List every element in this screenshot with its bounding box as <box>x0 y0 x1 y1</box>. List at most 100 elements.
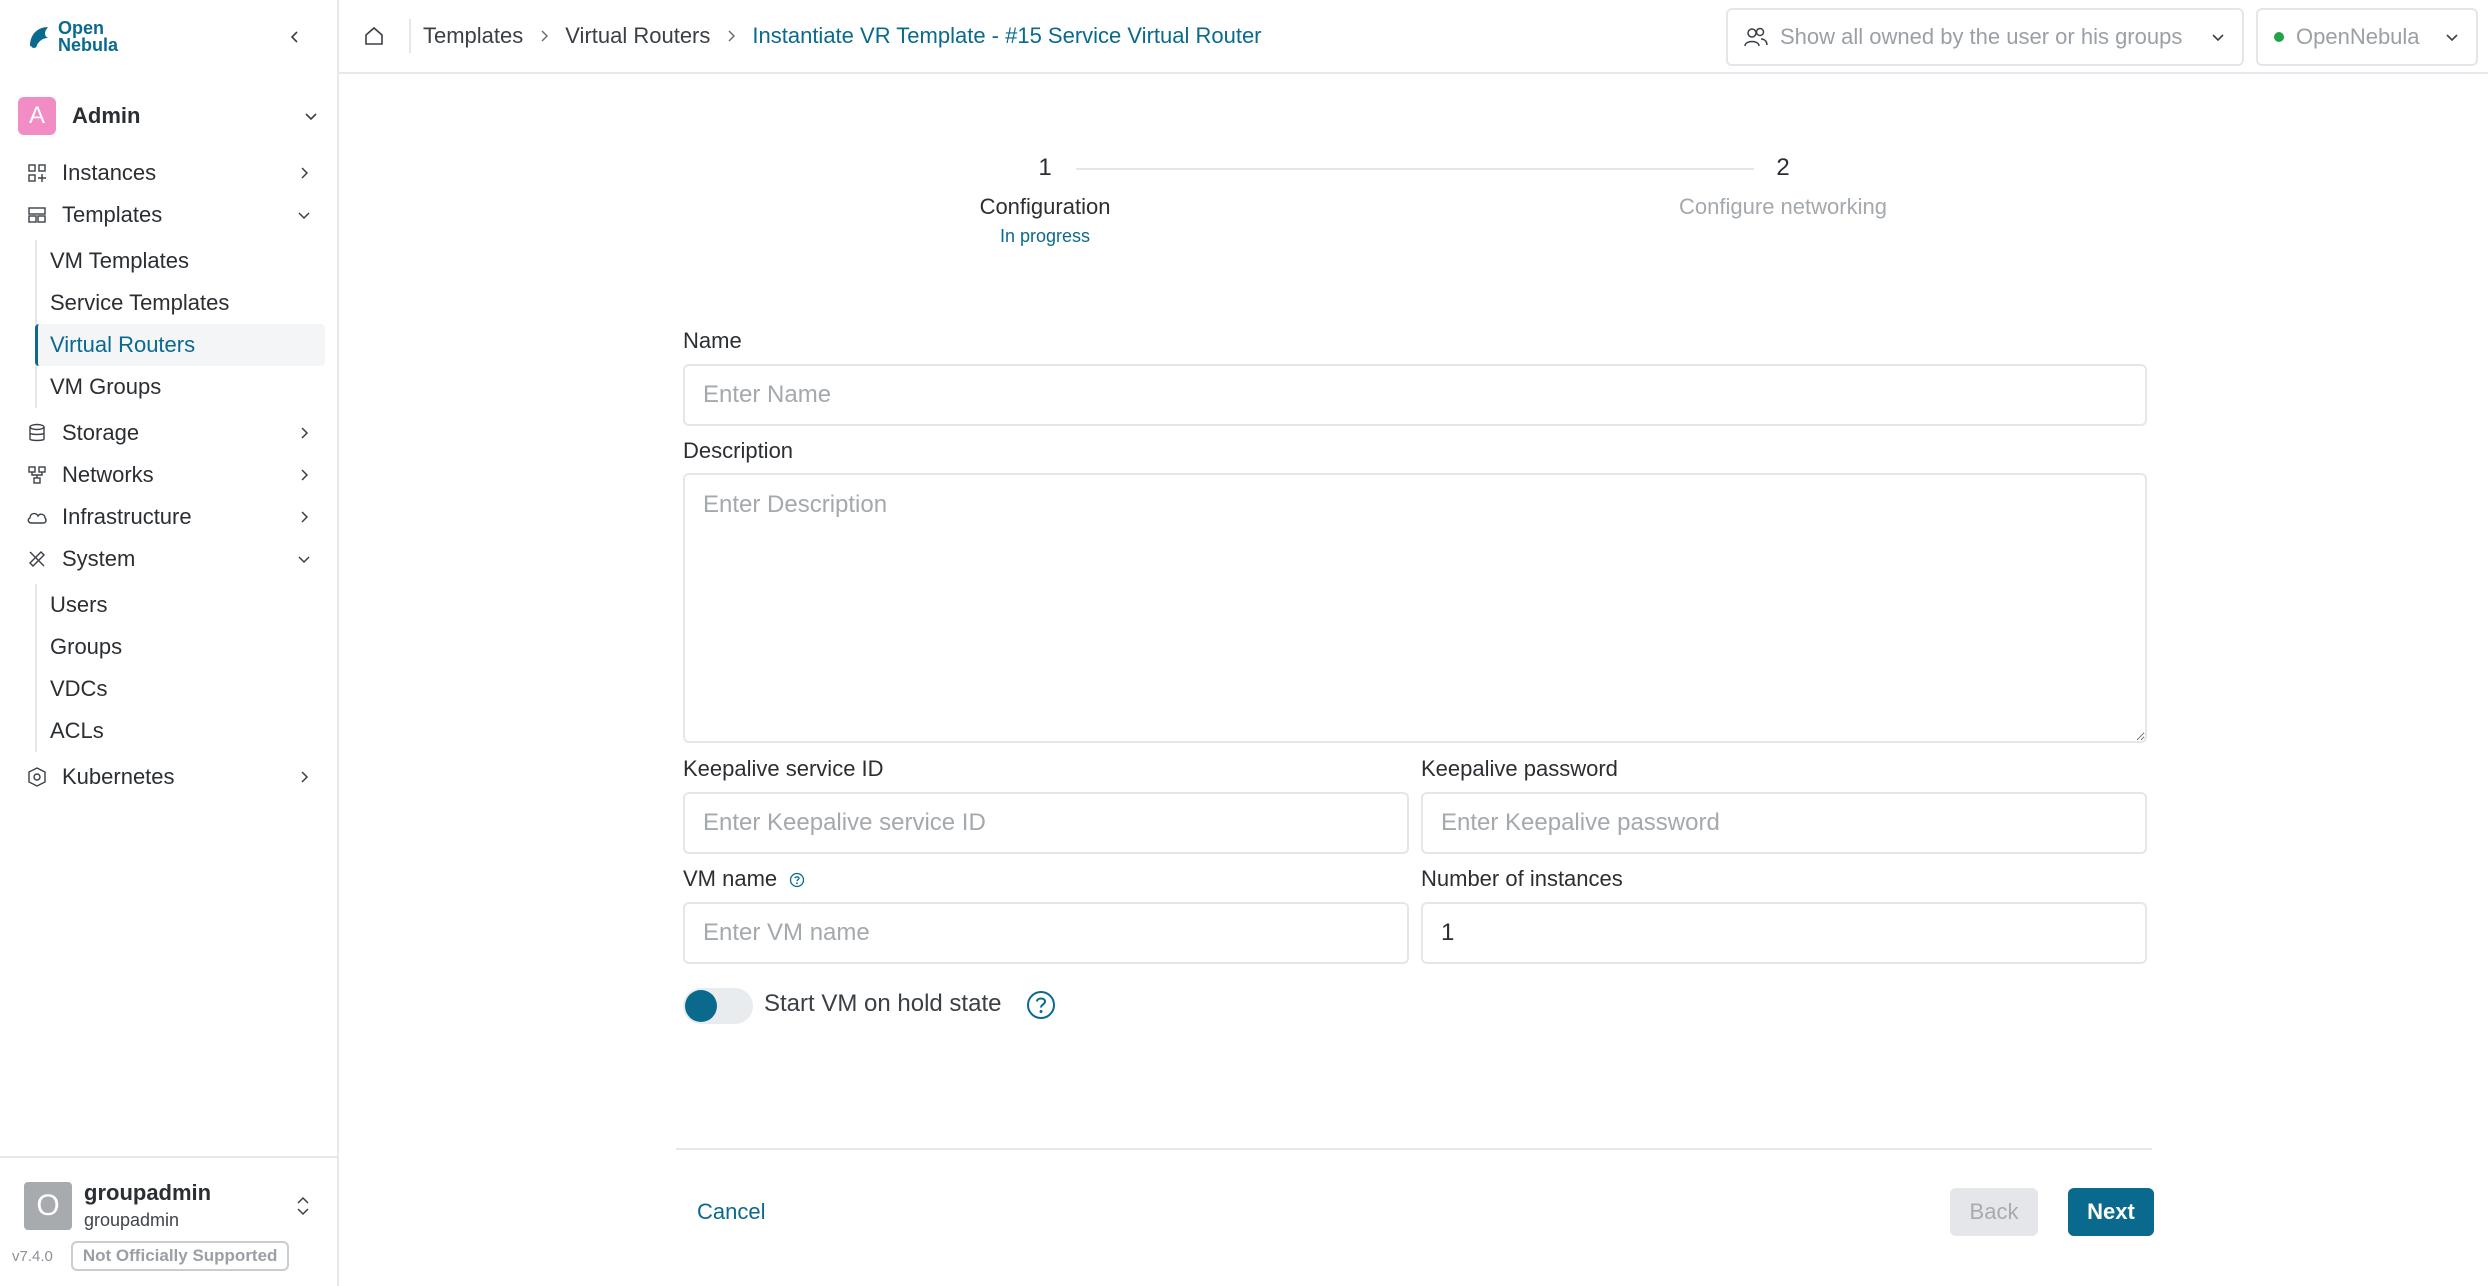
sidebar: Open Nebula A Admin Instances Templates … <box>0 0 339 1286</box>
top-bar: Templates Virtual Routers Instantiate VR… <box>339 0 2488 74</box>
step-number: 2 <box>1776 154 1790 181</box>
collapse-sidebar-button[interactable] <box>279 21 311 53</box>
cancel-button[interactable]: Cancel <box>683 1188 779 1236</box>
chevron-right-icon <box>301 167 309 179</box>
nebula-logo-icon <box>30 27 48 48</box>
help-icon[interactable] <box>1026 990 1056 1025</box>
divider <box>409 19 411 53</box>
logo-row: Open Nebula <box>0 0 337 74</box>
footer-divider <box>676 1148 2152 1150</box>
opennebula-logo[interactable]: Open Nebula <box>26 19 119 55</box>
users-icon <box>1744 27 1768 47</box>
step-configuration[interactable]: 1 Configuration In progress <box>945 154 1145 247</box>
sidebar-item-label: System <box>62 546 136 571</box>
grid-icon <box>26 162 48 184</box>
sidebar-item-storage[interactable]: Storage <box>0 412 337 454</box>
home-icon <box>365 26 383 45</box>
zone-select[interactable]: OpenNebula <box>2256 8 2478 66</box>
sidebar-item-instances[interactable]: Instances <box>0 152 337 194</box>
step-number: 1 <box>1038 154 1052 181</box>
version-label: v7.4.0 <box>12 1247 53 1265</box>
account-name: Admin <box>72 103 141 128</box>
chevron-right-icon <box>301 771 309 783</box>
sidebar-item-infrastructure[interactable]: Infrastructure <box>0 496 337 538</box>
zone-name: OpenNebula <box>2296 24 2420 49</box>
chevron-down-icon <box>298 212 310 220</box>
sidebar-item-acls[interactable]: ACLs <box>37 710 325 752</box>
templates-submenu: VM Templates Service Templates Virtual R… <box>35 240 337 408</box>
sidebar-item-label: Kubernetes <box>62 764 175 789</box>
user-switcher[interactable]: O groupadmin groupadmin <box>0 1158 337 1231</box>
account-switcher[interactable]: A Admin <box>18 94 319 138</box>
account-avatar: A <box>18 97 56 135</box>
keepalive-password-input[interactable] <box>1421 792 2147 854</box>
sidebar-item-system[interactable]: System <box>0 538 337 580</box>
sidebar-nav: Instances Templates VM Templates Service… <box>0 152 337 798</box>
hold-state-toggle[interactable] <box>683 988 753 1024</box>
step-status: In progress <box>999 226 1091 246</box>
sidebar-item-vm-groups[interactable]: VM Groups <box>37 366 325 408</box>
step-configure-networking[interactable]: 2 Configure networking <box>1633 154 1933 220</box>
sidebar-item-virtual-routers[interactable]: Virtual Routers <box>35 324 325 366</box>
step-label: Configure networking <box>1679 194 1887 219</box>
logo-text-line2: Nebula <box>58 35 119 55</box>
name-input[interactable] <box>683 364 2147 426</box>
support-badge: Not Officially Supported <box>70 1241 290 1271</box>
vm-name-label: VM name <box>683 866 778 891</box>
cloud-icon <box>26 506 48 528</box>
user-name: groupadmin <box>84 1180 212 1205</box>
sidebar-item-label: Templates <box>62 202 163 227</box>
chevron-right-icon <box>301 469 309 481</box>
chevron-left-icon <box>290 31 298 43</box>
keepalive-password-label: Keepalive password <box>1421 756 1618 781</box>
keepalive-id-label: Keepalive service ID <box>683 756 884 781</box>
toggle-knob <box>685 990 717 1022</box>
home-button[interactable] <box>353 15 395 57</box>
user-menu: O groupadmin groupadmin v7.4.0 Not Offic… <box>0 1156 337 1286</box>
instances-input[interactable] <box>1421 902 2147 964</box>
chevron-down-icon <box>305 113 317 121</box>
sidebar-item-kubernetes[interactable]: Kubernetes <box>0 756 337 798</box>
sidebar-item-label: Instances <box>62 160 157 185</box>
breadcrumb-virtual-routers[interactable]: Virtual Routers <box>565 23 710 49</box>
sidebar-item-label: Storage <box>62 420 140 445</box>
system-submenu: Users Groups VDCs ACLs <box>35 584 337 752</box>
owner-filter-text: Show all owned by the user or his groups <box>1780 24 2183 49</box>
sidebar-item-users[interactable]: Users <box>37 584 325 626</box>
chevron-right-icon <box>301 511 309 523</box>
owner-filter-select[interactable]: Show all owned by the user or his groups <box>1726 8 2244 66</box>
sidebar-item-label: Networks <box>62 462 154 487</box>
chevron-right-icon <box>541 30 549 42</box>
version-row: v7.4.0 Not Officially Supported <box>0 1231 337 1271</box>
next-button[interactable]: Next <box>2068 1188 2154 1236</box>
breadcrumb-templates[interactable]: Templates <box>423 23 523 49</box>
breadcrumb-current: Instantiate VR Template - #15 Service Vi… <box>752 23 1262 48</box>
breadcrumb: Templates Virtual Routers Instantiate VR… <box>423 23 1262 49</box>
back-button[interactable]: Back <box>1950 1188 2038 1236</box>
keepalive-id-input[interactable] <box>683 792 1409 854</box>
step-label: Configuration <box>979 194 1111 219</box>
sidebar-item-groups[interactable]: Groups <box>37 626 325 668</box>
user-group: groupadmin <box>84 1210 180 1230</box>
template-icon <box>26 204 48 226</box>
description-label: Description <box>683 438 794 463</box>
chevron-down-icon <box>2446 34 2458 42</box>
vm-name-label-row: VM name <box>683 866 805 892</box>
sidebar-item-service-templates[interactable]: Service Templates <box>37 282 325 324</box>
sidebar-item-vm-templates[interactable]: VM Templates <box>37 240 325 282</box>
instances-label: Number of instances <box>1421 866 1623 891</box>
vm-name-input[interactable] <box>683 902 1409 964</box>
sidebar-item-networks[interactable]: Networks <box>0 454 337 496</box>
database-icon <box>26 422 48 444</box>
chevron-down-icon <box>298 556 310 564</box>
description-textarea[interactable] <box>683 473 2147 743</box>
chevron-up-down-icon <box>297 1196 309 1215</box>
zone-status-dot <box>2274 32 2284 42</box>
sidebar-item-vdcs[interactable]: VDCs <box>37 668 325 710</box>
sidebar-item-templates[interactable]: Templates <box>0 194 337 236</box>
chevron-right-icon <box>728 30 736 42</box>
network-icon <box>26 464 48 486</box>
sidebar-item-label: Infrastructure <box>62 504 192 529</box>
help-icon[interactable] <box>789 872 805 888</box>
user-avatar: O <box>24 1181 72 1230</box>
